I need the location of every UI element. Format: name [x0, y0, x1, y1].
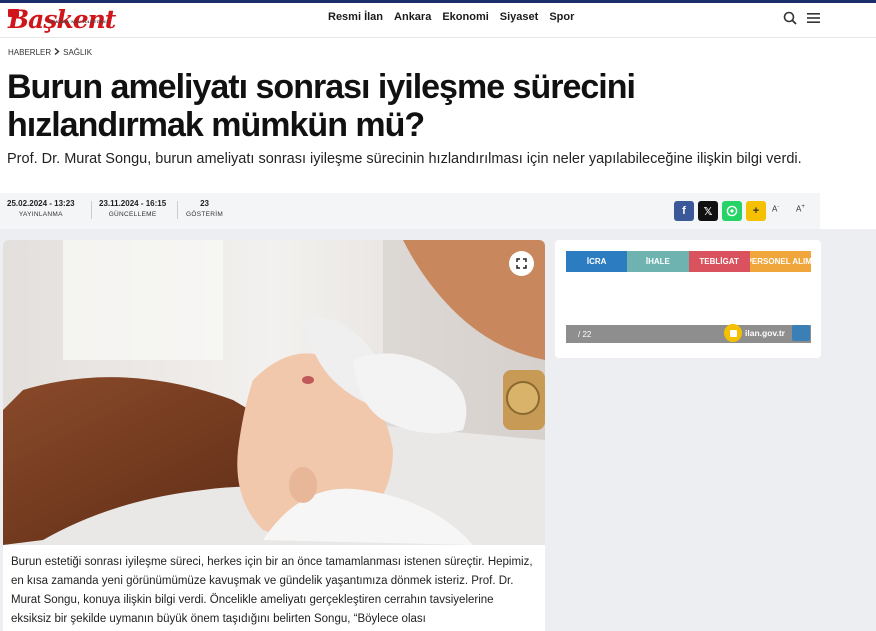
tab-ihale[interactable]: İHALE: [627, 251, 689, 272]
site-logo[interactable]: Başkent ANKARA'NIN GAZETESİ: [8, 7, 116, 33]
article-paragraph: Burun estetiği sonrası iyileşme süreci, …: [11, 556, 533, 625]
site-header: Başkent ANKARA'NIN GAZETESİ Resmi İlan A…: [0, 3, 876, 38]
more-share-button[interactable]: +: [746, 201, 766, 221]
ilan-badge-icon: [792, 325, 810, 341]
breadcrumb-category[interactable]: SAĞLIK: [63, 48, 92, 57]
published-date: 25.02.2024 - 13:23 YAYINLANMA: [7, 199, 75, 218]
updated-date: 23.11.2024 - 16:15 GÜNCELLEME: [99, 199, 166, 218]
article-summary: Prof. Dr. Murat Songu, burun ameliyatı s…: [7, 151, 802, 167]
main-nav: Resmi İlan Ankara Ekonomi Siyaset Spor: [328, 11, 574, 23]
article-body: Burun estetiği sonrası iyileşme süreci, …: [3, 545, 545, 631]
whatsapp-icon: [726, 205, 738, 217]
published-label: YAYINLANMA: [18, 211, 63, 218]
expand-icon: [516, 258, 527, 269]
tab-tebligat[interactable]: TEBLİGAT: [688, 251, 750, 272]
logo-wordmark: Başkent ANKARA'NIN GAZETESİ: [8, 7, 116, 33]
search-icon[interactable]: [783, 11, 797, 25]
breadcrumb-home[interactable]: HABERLER: [8, 48, 51, 57]
logo-tagline: ANKARA'NIN GAZETESİ: [48, 19, 109, 24]
plus-icon: +: [752, 205, 760, 217]
hero-photo-illustration: [3, 240, 545, 545]
x-share-button[interactable]: 𝕏: [698, 201, 718, 221]
ilan-gov-link[interactable]: ilan.gov.tr: [724, 324, 810, 342]
meta-divider: [177, 201, 178, 219]
updated-value: 23.11.2024 - 16:15: [99, 199, 167, 208]
facebook-icon: f: [682, 205, 686, 217]
share-buttons: f 𝕏 +: [674, 201, 766, 221]
nav-item-ankara[interactable]: Ankara: [394, 11, 431, 23]
menu-icon[interactable]: [807, 12, 820, 24]
updated-label: GÜNCELLEME: [108, 211, 157, 218]
article-hero-image: [3, 240, 545, 545]
fullscreen-button[interactable]: [509, 251, 534, 276]
ilan-logo-icon: [724, 324, 742, 342]
nav-item-spor[interactable]: Spor: [549, 11, 574, 23]
x-icon: 𝕏: [703, 205, 713, 218]
breadcrumb: HABERLER SAĞLIK: [8, 47, 92, 57]
font-decrease-sup: -: [777, 204, 780, 210]
nav-item-siyaset[interactable]: Siyaset: [500, 11, 539, 23]
views-label: GÖSTERİM: [186, 211, 224, 218]
ilan-gov-text: ilan.gov.tr: [745, 328, 785, 338]
font-increase-sup: +: [801, 204, 805, 210]
header-actions: [783, 11, 820, 25]
article-title: Burun ameliyatı sonrası iyileşme sürecin…: [7, 68, 636, 144]
tab-icra[interactable]: İCRA: [566, 251, 628, 272]
facebook-share-button[interactable]: f: [674, 201, 694, 221]
chevron-right-icon: [54, 47, 60, 57]
nav-item-ekonomi[interactable]: Ekonomi: [442, 11, 488, 23]
font-decrease-button[interactable]: A-: [772, 204, 779, 214]
views-value: 23: [200, 199, 209, 208]
whatsapp-share-button[interactable]: [722, 201, 742, 221]
pager-count: / 22: [578, 329, 592, 339]
published-value: 25.02.2024 - 13:23: [7, 199, 75, 208]
ilan-tabs: İCRA İHALE TEBLİGAT PERSONEL ALIMI: [566, 251, 811, 272]
view-count: 23 GÖSTERİM: [186, 199, 223, 218]
tab-personel-alimi[interactable]: PERSONEL ALIMI: [749, 251, 811, 272]
meta-divider: [91, 201, 92, 219]
nav-item-resmi-ilan[interactable]: Resmi İlan: [328, 11, 383, 23]
logo-flag-icon: [8, 9, 19, 17]
font-increase-button[interactable]: A+: [796, 204, 805, 214]
